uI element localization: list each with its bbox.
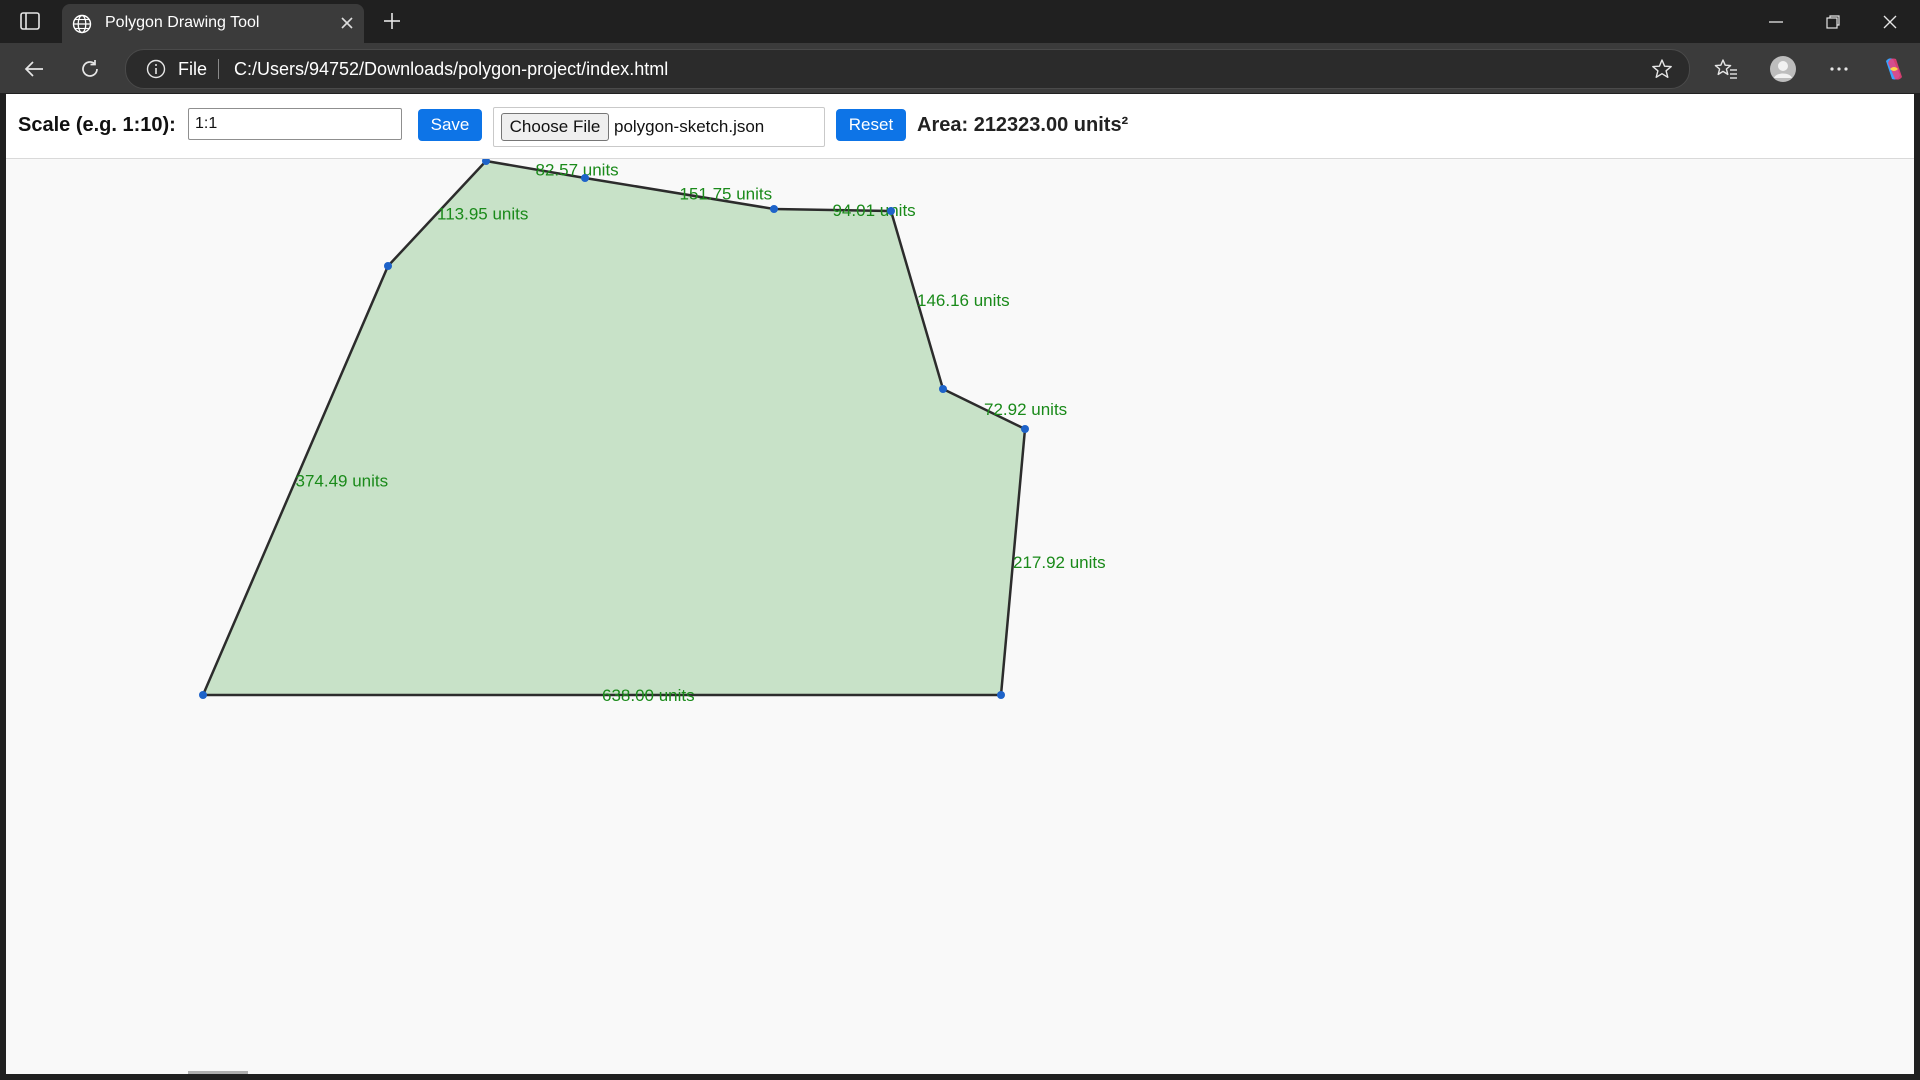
edge-length-label: 94.01 units: [833, 201, 916, 220]
edge-length-label: 151.75 units: [680, 185, 773, 204]
tab-actions-icon[interactable]: [14, 8, 46, 34]
address-separator: [218, 59, 219, 79]
favorite-star-icon[interactable]: [1651, 58, 1673, 80]
address-bar[interactable]: File C:/Users/94752/Downloads/polygon-pr…: [125, 49, 1690, 89]
close-tab-icon[interactable]: [336, 12, 358, 34]
active-tab[interactable]: Polygon Drawing Tool: [62, 4, 364, 43]
favorites-icon[interactable]: [1710, 53, 1742, 85]
edge-length-label: 217.92 units: [1013, 553, 1106, 572]
vertex-handle[interactable]: [887, 207, 895, 215]
reload-icon[interactable]: [74, 53, 106, 85]
close-window-icon[interactable]: [1862, 0, 1918, 43]
url-text[interactable]: C:/Users/94752/Downloads/polygon-project…: [234, 59, 668, 80]
vertex-handle[interactable]: [997, 691, 1005, 699]
edge-length-label: 72.92 units: [984, 400, 1067, 419]
tab-title: Polygon Drawing Tool: [105, 14, 260, 31]
vertex-handle[interactable]: [939, 385, 947, 393]
choose-file-button[interactable]: Choose File: [501, 113, 609, 141]
edge-length-label: 82.57 units: [536, 161, 619, 180]
globe-icon: [72, 14, 92, 34]
reset-button[interactable]: Reset: [836, 109, 906, 141]
back-icon[interactable]: [18, 53, 50, 85]
page-viewport: Scale (e.g. 1:10): Save Choose File poly…: [6, 94, 1914, 1074]
copilot-icon[interactable]: [1878, 53, 1910, 85]
area-readout: Area: 212323.00 units²: [917, 114, 1129, 136]
info-icon[interactable]: [146, 59, 166, 79]
edge-length-label: 638.00 units: [602, 686, 695, 705]
vertex-handle[interactable]: [199, 691, 207, 699]
scheme-label: File: [178, 59, 208, 79]
minimize-icon[interactable]: [1748, 0, 1804, 43]
polygon-shape[interactable]: [201, 159, 1027, 697]
vertex-handle[interactable]: [770, 205, 778, 213]
drawing-canvas[interactable]: 82.57 units 151.75 units 94.01 units 146.16…: [6, 159, 1914, 1074]
selected-file-name: polygon-sketch.json: [614, 117, 765, 136]
scale-input[interactable]: [188, 108, 402, 140]
vertex-handle[interactable]: [581, 174, 589, 182]
navigation-bar: File C:/Users/94752/Downloads/polygon-pr…: [0, 43, 1920, 93]
file-input[interactable]: Choose File polygon-sketch.json: [493, 107, 825, 147]
tab-strip: Polygon Drawing Tool: [0, 0, 1920, 43]
save-button[interactable]: Save: [418, 109, 482, 141]
scale-label: Scale (e.g. 1:10):: [18, 114, 176, 136]
app-toolbar: Scale (e.g. 1:10): Save Choose File poly…: [6, 94, 1914, 159]
vertex-handle[interactable]: [1021, 425, 1029, 433]
edge-length-label: 113.95 units: [437, 205, 528, 224]
new-tab-icon[interactable]: [378, 8, 406, 34]
horizontal-scrollbar[interactable]: [188, 1071, 248, 1074]
more-options-icon[interactable]: [1823, 53, 1855, 85]
restore-icon[interactable]: [1805, 0, 1861, 43]
vertex-handle[interactable]: [384, 262, 392, 270]
edge-length-label: 146.16 units: [917, 291, 1010, 310]
edge-length-label: 374.49 units: [296, 472, 389, 491]
profile-avatar-icon[interactable]: [1767, 53, 1799, 85]
